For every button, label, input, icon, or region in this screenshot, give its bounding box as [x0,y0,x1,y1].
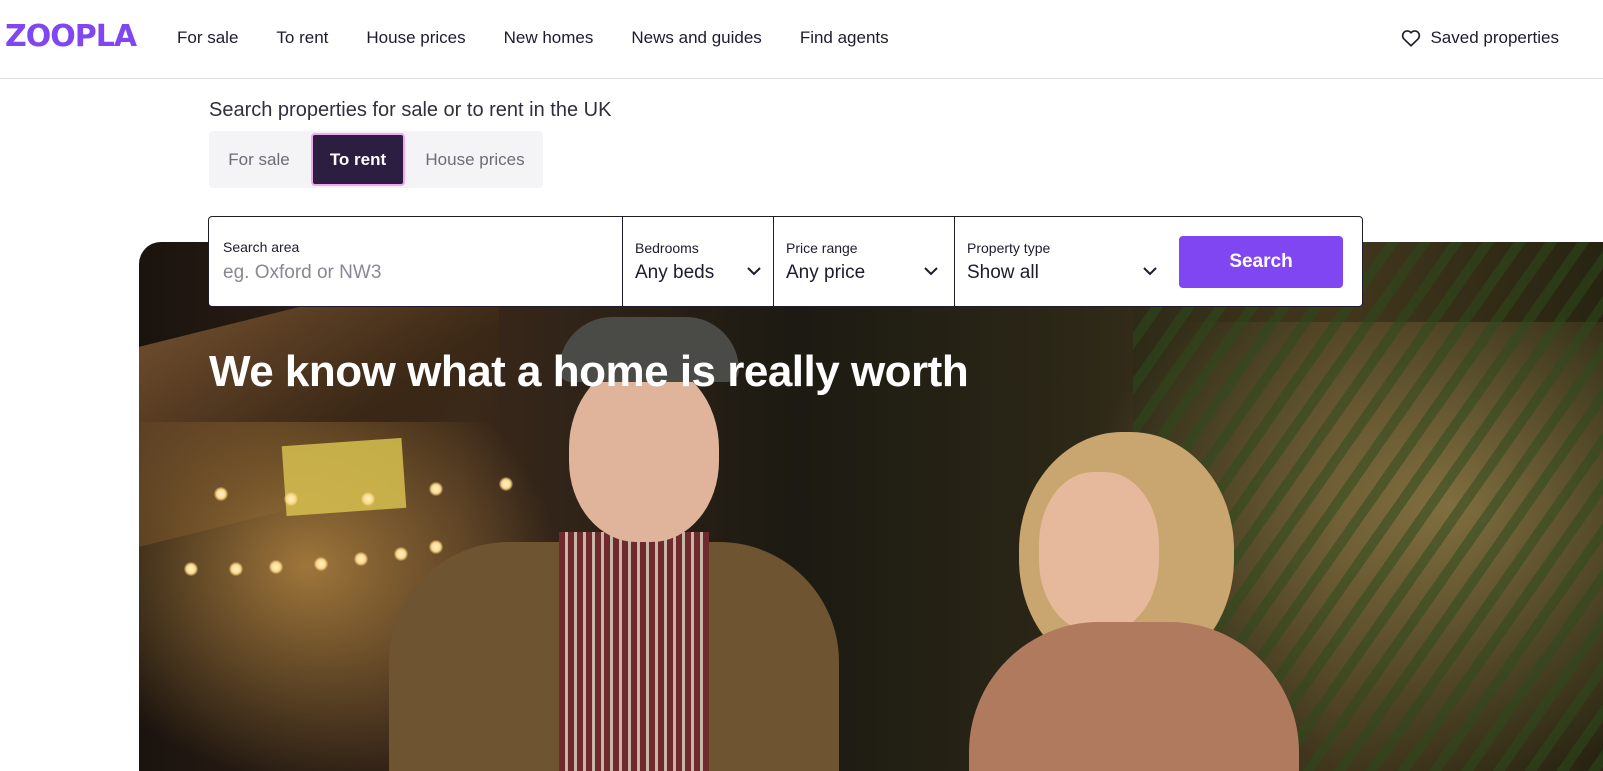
chevron-down-icon [1143,267,1157,276]
tab-for-sale[interactable]: For sale [209,133,309,186]
zoopla-logo[interactable]: ZOOPLA [5,18,137,56]
chevron-down-icon [924,267,938,276]
tab-to-rent[interactable]: To rent [311,133,405,186]
string-light [429,540,443,554]
search-type-tabs: For sale To rent House prices [209,131,543,188]
string-light [269,560,283,574]
string-light [394,547,408,561]
chevron-down-icon [747,267,761,276]
string-light [361,492,375,506]
site-header: ZOOPLA For sale To rent House prices New… [0,0,1603,79]
string-light [314,557,328,571]
bedrooms-label: Bedrooms [635,240,699,256]
saved-properties-label: Saved properties [1430,28,1559,47]
string-light [229,562,243,576]
bedrooms-dropdown[interactable]: Bedrooms Any beds [623,217,774,306]
hero-man-shirt [559,532,709,771]
heart-icon [1402,30,1421,47]
price-range-value: Any price [786,262,866,283]
string-light [354,552,368,566]
main-nav: For sale To rent House prices New homes … [177,26,927,50]
hero-pub-sign [281,437,407,517]
hero-woman-face [1039,472,1159,632]
nav-for-sale[interactable]: For sale [177,26,238,50]
nav-house-prices[interactable]: House prices [366,26,465,50]
property-type-label: Property type [967,240,1051,256]
search-area-input[interactable] [223,260,603,286]
tab-house-prices[interactable]: House prices [407,133,543,186]
hero-headline: We know what a home is really worth [209,347,969,396]
nav-find-agents[interactable]: Find agents [800,26,889,50]
hero-image [139,242,1603,771]
price-range-label: Price range [786,240,858,256]
string-light [429,482,443,496]
nav-to-rent[interactable]: To rent [276,26,328,50]
string-light [499,477,513,491]
property-type-value: Show all [967,262,1039,283]
nav-new-homes[interactable]: New homes [504,26,594,50]
search-intro-text: Search properties for sale or to rent in… [209,99,612,121]
search-area-field[interactable]: Search area [209,217,623,306]
nav-news-and-guides[interactable]: News and guides [631,26,761,50]
string-light [214,487,228,501]
search-button[interactable]: Search [1179,236,1343,288]
saved-properties-link[interactable]: Saved properties [1401,26,1559,50]
property-type-dropdown[interactable]: Property type Show all [955,217,1173,306]
string-light [184,562,198,576]
search-area-label: Search area [223,239,300,255]
bedrooms-value: Any beds [635,262,715,283]
price-range-dropdown[interactable]: Price range Any price [774,217,955,306]
property-search-bar: Search area Bedrooms Any beds Price rang… [208,216,1363,307]
string-light [284,492,298,506]
